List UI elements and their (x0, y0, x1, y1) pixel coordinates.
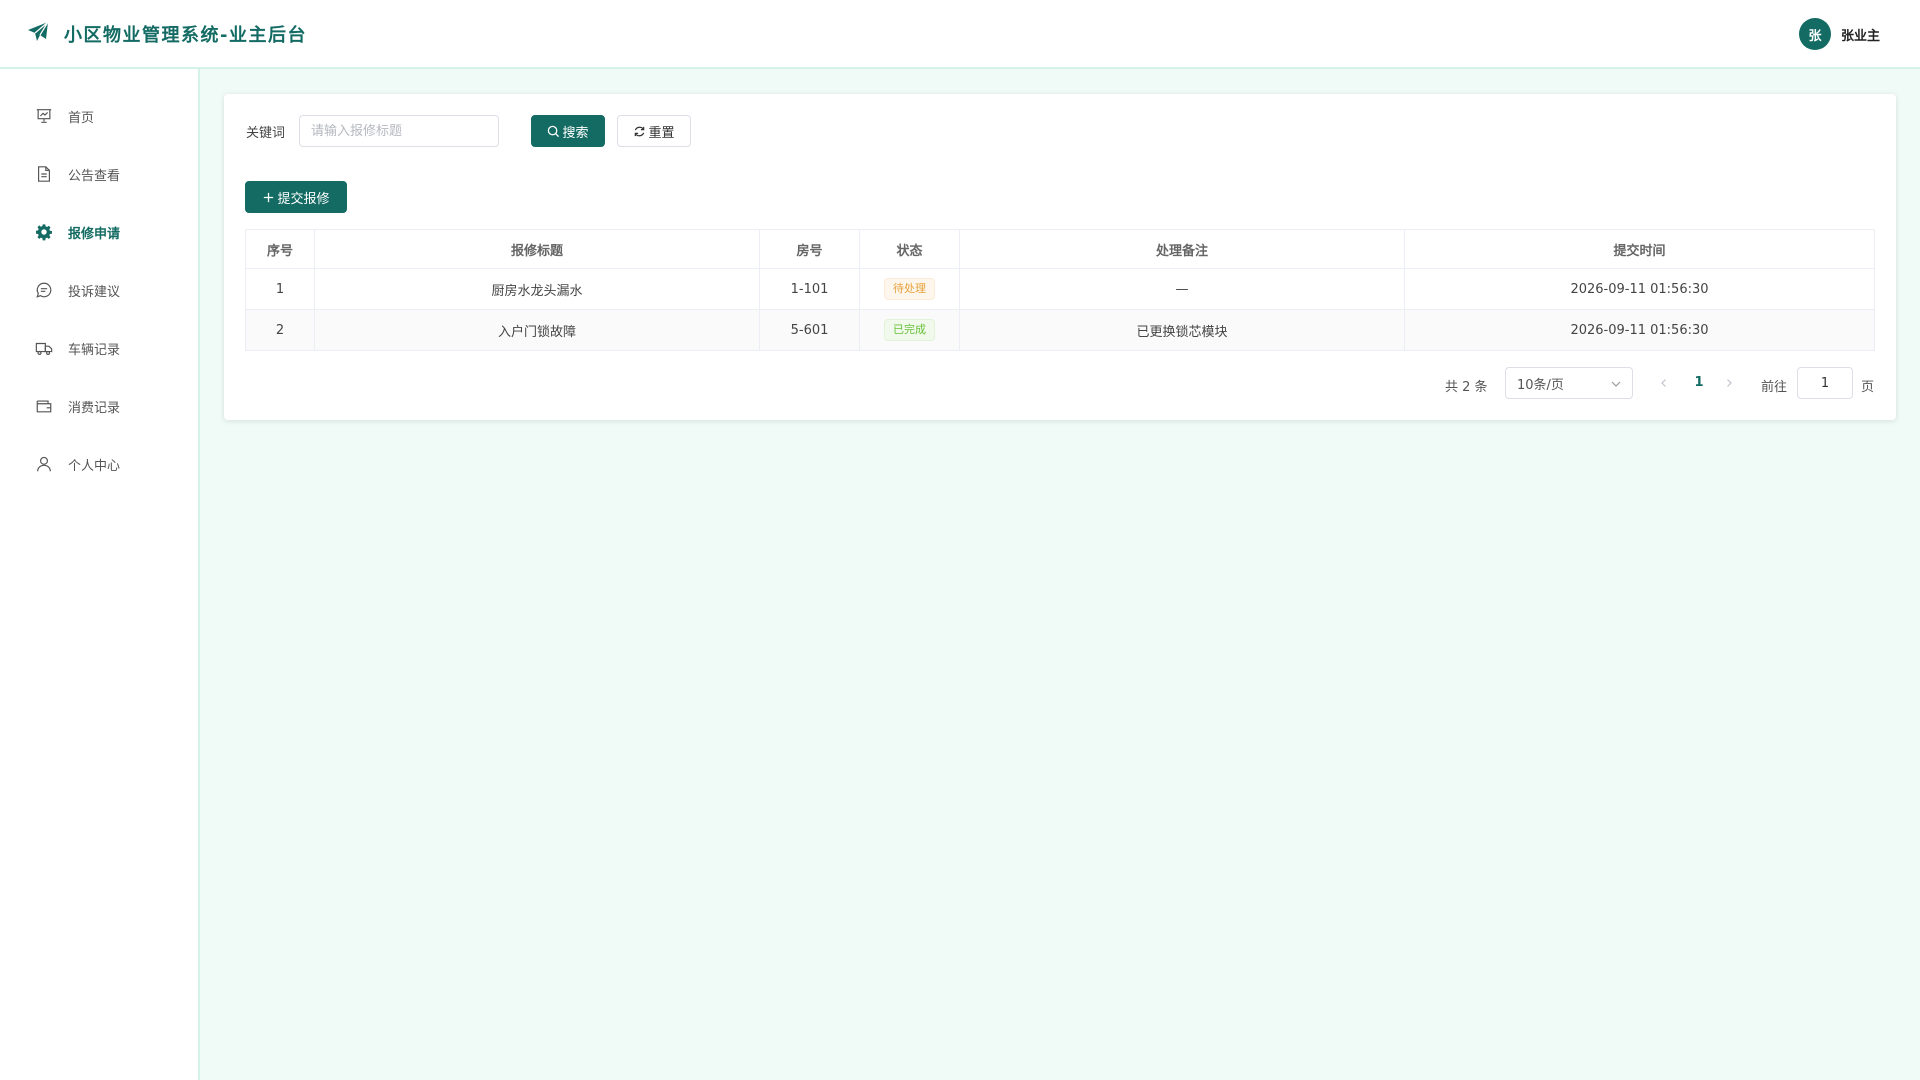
sidebar-item-label: 首页 (68, 110, 95, 126)
cell-title: 入户门锁故障 (314, 309, 760, 351)
wallet-icon (34, 396, 54, 416)
search-icon (548, 125, 560, 137)
table-row[interactable]: 1 厨房水龙头漏水 1-101 待处理 — 2026-09-11 01:56:3… (245, 268, 1875, 310)
sidebar-item-home[interactable]: 首页 (0, 87, 198, 145)
column-header-time[interactable]: 提交时间 (1404, 229, 1875, 269)
column-header-status[interactable]: 状态 (859, 229, 960, 269)
sidebar-item-payments[interactable]: 消费记录 (0, 377, 198, 435)
document-icon (34, 164, 54, 184)
sidebar-item-label: 车辆记录 (68, 342, 121, 358)
cell-title: 厨房水龙头漏水 (314, 268, 760, 310)
submit-repair-button[interactable]: 提交报修 (245, 181, 347, 213)
app-title: 小区物业管理系统-业主后台 (64, 24, 307, 46)
user-name[interactable]: 张业主 (1841, 25, 1880, 44)
page-suffix-label: 页 (1861, 380, 1875, 395)
cell-time: 2026-09-11 01:56:30 (1404, 309, 1875, 351)
page-size-value: 10条/页 (1517, 377, 1564, 393)
keyword-label: 关键词 (246, 126, 286, 141)
table-row[interactable]: 2 入户门锁故障 5-601 已完成 已更换锁芯模块 2026-09-11 01… (245, 309, 1875, 351)
prev-page-button[interactable] (1654, 372, 1674, 394)
cell-index: 1 (245, 268, 315, 310)
sidebar-item-complaints[interactable]: 投诉建议 (0, 261, 198, 319)
plus-icon (264, 192, 274, 202)
goto-page-input[interactable] (1797, 367, 1853, 399)
user-menu[interactable]: 张 张业主 (1798, 18, 1880, 50)
repair-table: 序号 报修标题 房号 状态 处理备注 提交时间 1 厨房水龙头漏水 1-101 … (245, 229, 1875, 351)
search-button-label: 搜索 (562, 125, 589, 141)
cell-status: 已完成 (859, 309, 960, 351)
user-icon (34, 454, 54, 474)
status-badge: 已完成 (884, 319, 935, 341)
search-button[interactable]: 搜索 (531, 115, 605, 147)
sidebar-item-profile[interactable]: 个人中心 (0, 435, 198, 493)
next-page-button[interactable] (1719, 372, 1739, 394)
goto-label: 前往 (1761, 380, 1788, 395)
column-header-room[interactable]: 房号 (759, 229, 860, 269)
sidebar-item-label: 报修申请 (68, 226, 121, 242)
status-badge: 待处理 (884, 278, 935, 300)
presentation-icon (34, 106, 54, 126)
reset-button-label: 重置 (648, 125, 675, 141)
cell-index: 2 (245, 309, 315, 351)
page-number-current[interactable]: 1 (1684, 375, 1714, 390)
page-size-select[interactable]: 10条/页 (1505, 367, 1633, 399)
logo: 小区物业管理系统-业主后台 (26, 20, 307, 48)
sidebar-item-repair[interactable]: 报修申请 (0, 203, 198, 261)
cell-time: 2026-09-11 01:56:30 (1404, 268, 1875, 310)
chevron-down-icon (1611, 381, 1621, 387)
paper-plane-icon (26, 20, 50, 48)
submit-repair-label: 提交报修 (277, 191, 330, 207)
cell-note: — (959, 268, 1405, 310)
repair-list-card: 关键词 搜索 重置 提交报修 序号 报修标题 房号 状态 处理备注 提交时间 1… (224, 94, 1896, 420)
sidebar-item-label: 个人中心 (68, 458, 121, 474)
chat-bubble-icon (34, 280, 54, 300)
column-header-note[interactable]: 处理备注 (959, 229, 1405, 269)
sidebar-item-announcements[interactable]: 公告查看 (0, 145, 198, 203)
cell-room: 1-101 (759, 268, 860, 310)
table-header-row: 序号 报修标题 房号 状态 处理备注 提交时间 (245, 229, 1875, 269)
top-header: 小区物业管理系统-业主后台 张 张业主 (0, 0, 1920, 69)
cell-status: 待处理 (859, 268, 960, 310)
sidebar-item-label: 投诉建议 (68, 284, 121, 300)
column-header-index[interactable]: 序号 (245, 229, 315, 269)
pagination-total: 共 2 条 (1445, 380, 1488, 395)
sidebar-item-label: 消费记录 (68, 400, 121, 416)
column-header-title[interactable]: 报修标题 (314, 229, 760, 269)
sidebar-item-label: 公告查看 (68, 168, 121, 184)
sidebar: 首页 公告查看 报修申请 投诉建议 车辆记录 消费记录 个人中心 (0, 69, 200, 1080)
cell-note: 已更换锁芯模块 (959, 309, 1405, 351)
sidebar-item-vehicles[interactable]: 车辆记录 (0, 319, 198, 377)
keyword-input[interactable] (299, 115, 499, 147)
gear-icon (34, 222, 54, 242)
chevron-left-icon (1661, 379, 1666, 387)
truck-icon (34, 338, 54, 358)
reset-button[interactable]: 重置 (617, 115, 691, 147)
avatar[interactable]: 张 (1798, 18, 1831, 50)
cell-room: 5-601 (759, 309, 860, 351)
chevron-right-icon (1727, 379, 1732, 387)
refresh-icon (635, 126, 645, 136)
